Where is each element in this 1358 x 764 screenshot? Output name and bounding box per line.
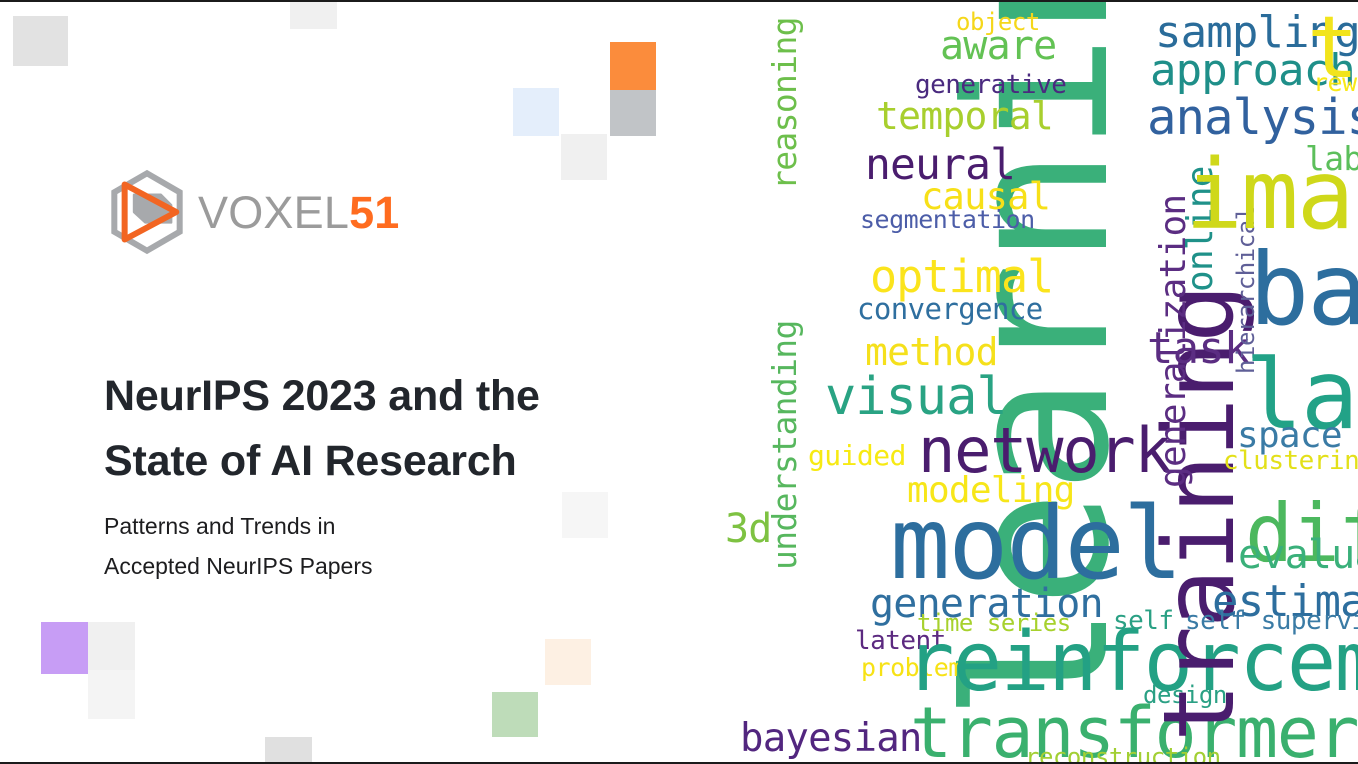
voxel51-logo: VOXEL51 <box>104 169 404 255</box>
wordcloud-panel: learning reasoning understanding 3d bayesian… <box>715 2 1358 764</box>
deco-square-orange <box>610 42 656 90</box>
deco-square-purple <box>41 622 88 674</box>
voxel51-logomark-icon <box>104 169 190 255</box>
wordcloud-word: understanding <box>764 320 804 570</box>
deco-square-gray-bottom <box>265 737 312 762</box>
presentation-slide: VOXEL51 NeurIPS 2023 and the State of AI… <box>0 0 1358 764</box>
wordcloud-word: clustering <box>1223 446 1358 477</box>
wordcloud-word: temporal <box>876 93 1054 138</box>
wordcloud-word: aware <box>940 23 1057 69</box>
deco-square-gray-topleft <box>13 16 68 66</box>
deco-square-green <box>492 692 538 737</box>
wordcloud-word: method <box>865 329 998 374</box>
wordcloud-word: reasoning <box>764 17 804 190</box>
page-title: NeurIPS 2023 and the State of AI Researc… <box>104 364 684 495</box>
wordcloud-word: model <box>890 485 1183 602</box>
deco-square-peach <box>545 639 591 685</box>
voxel51-wordmark: VOXEL51 <box>198 190 400 235</box>
wordcloud-word: convergence <box>857 291 1043 326</box>
page-subtitle-line-2: Accepted NeurIPS Papers <box>104 552 373 579</box>
wordcloud-word: self supervised <box>1185 606 1358 637</box>
page-title-line-2: State of AI Research <box>104 437 517 486</box>
wordcloud-word: bayesian <box>740 715 922 761</box>
deco-square-faint-top <box>290 2 337 29</box>
slide-left-panel: VOXEL51 NeurIPS 2023 and the State of AI… <box>0 2 715 762</box>
wordmark-51: 51 <box>349 186 400 238</box>
wordcloud-word: guided <box>808 438 906 472</box>
page-title-line-1: NeurIPS 2023 and the <box>104 371 540 420</box>
wordcloud-word: reconstruction <box>1025 742 1221 764</box>
deco-square-faint-left-b <box>88 670 135 719</box>
page-subtitle-line-1: Patterns and Trends in <box>104 513 336 539</box>
wordcloud-word: evaluation <box>1238 532 1358 578</box>
wordcloud-word: based <box>1249 231 1358 348</box>
page-subtitle: Patterns and Trends in Accepted NeurIPS … <box>104 507 604 586</box>
wordcloud-word: segmentation <box>860 205 1035 234</box>
wordcloud-word: 3d <box>725 506 772 552</box>
wordmark-voxel: VOXEL <box>198 186 350 238</box>
deco-square-gray-right <box>610 90 656 136</box>
deco-square-faint-left-a <box>88 622 135 670</box>
wordcloud-word: image <box>1185 139 1358 252</box>
wordcloud-word: analysis <box>1147 88 1358 146</box>
deco-square-faint-midright <box>561 134 607 180</box>
deco-square-blue <box>513 88 559 136</box>
wordcloud-canvas: learning reasoning understanding 3d bayesian… <box>715 2 1358 764</box>
wordcloud-word: t <box>1307 2 1358 99</box>
